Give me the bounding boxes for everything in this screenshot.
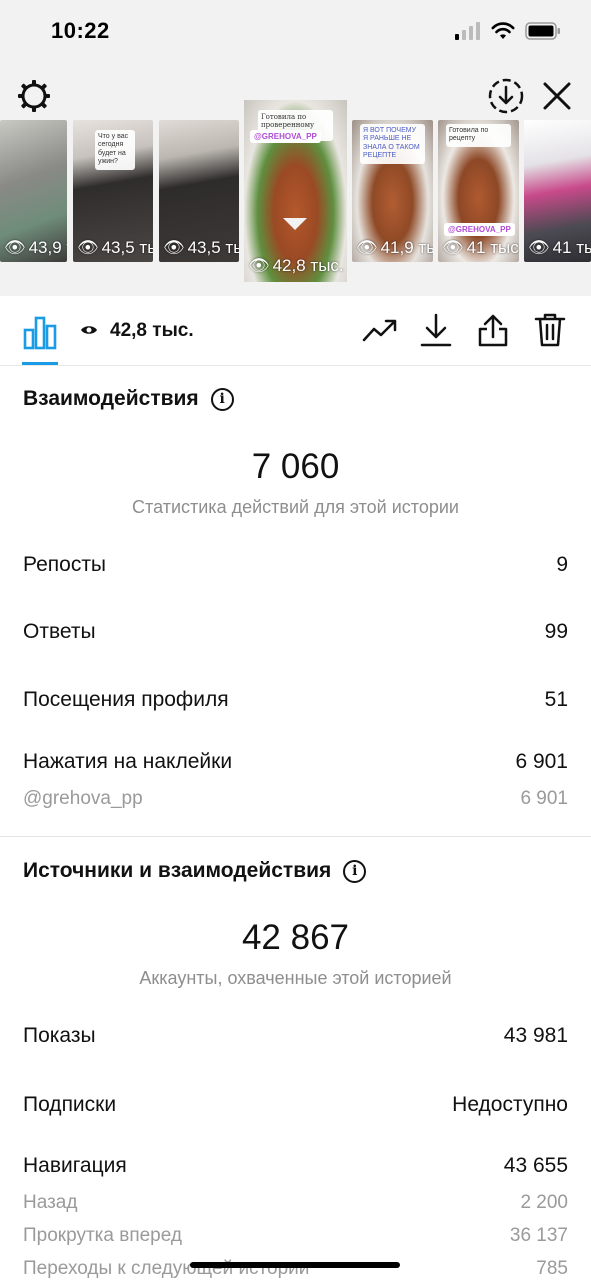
interactions-total: 7 060 bbox=[251, 447, 340, 486]
battery-icon bbox=[525, 22, 561, 45]
mention-sticker: @GREHOVA_PP bbox=[250, 130, 321, 143]
thumbnail-caption: Что у вас сегодня будет на ужин? bbox=[95, 130, 135, 170]
stat-row-impressions: Показы 43 981 bbox=[23, 1024, 568, 1048]
section-divider bbox=[0, 836, 591, 837]
stat-value: 9 bbox=[556, 553, 568, 576]
bar-chart-icon bbox=[22, 316, 58, 354]
stat-label: Подписки bbox=[23, 1093, 117, 1116]
stat-label: Назад bbox=[23, 1192, 78, 1213]
stat-subrow-forward: Прокрутка вперед 36 137 bbox=[23, 1225, 568, 1247]
stat-value: 6 901 bbox=[515, 750, 568, 773]
reach-subtitle: Аккаунты, охваченные этой историей bbox=[139, 968, 452, 988]
section-title-text: Источники и взаимодействия bbox=[23, 859, 332, 882]
info-icon[interactable]: i bbox=[343, 859, 367, 883]
download-button[interactable] bbox=[418, 313, 454, 352]
settings-button[interactable] bbox=[14, 78, 54, 118]
interactions-subtitle: Статистика действий для этой истории bbox=[132, 497, 459, 517]
thumbnail-views: 👁43,5 тыс bbox=[163, 238, 239, 257]
stat-value: 43 655 bbox=[503, 1154, 568, 1177]
stat-label: Навигация bbox=[23, 1154, 127, 1177]
eye-icon: 👁 bbox=[356, 238, 378, 257]
story-thumbnail[interactable]: Я ВОТ ПОЧЕМУ Я РАНЬШЕ НЕ ЗНАЛА О ТАКОМ Р… bbox=[352, 120, 433, 262]
eye-icon: 👁 bbox=[163, 238, 185, 257]
stat-row-reposts: Репосты 9 bbox=[23, 553, 568, 577]
section-title-text: Взаимодействия bbox=[23, 387, 199, 410]
reach-total: 42 867 bbox=[241, 918, 350, 957]
thumbnail-caption: Готовила по рецепту bbox=[446, 124, 511, 147]
stat-row-sticker-taps: Нажатия на наклейки 6 901 bbox=[23, 750, 568, 774]
thumbnail-views: 👁43,5 тыс bbox=[77, 238, 153, 257]
thumbnail-caption: Я ВОТ ПОЧЕМУ Я РАНЬШЕ НЕ ЗНАЛА О ТАКОМ Р… bbox=[360, 124, 425, 164]
story-thumbnail[interactable]: 👁43,9 тыс bbox=[0, 120, 67, 262]
stat-subrow-back: Назад 2 200 bbox=[23, 1192, 568, 1214]
share-button[interactable] bbox=[475, 314, 511, 350]
download-icon bbox=[420, 313, 452, 352]
thumbnail-views: 👁41,9 тыс bbox=[356, 238, 433, 257]
close-button[interactable] bbox=[537, 78, 577, 118]
selected-indicator-caret bbox=[283, 218, 307, 230]
thumbnail-views: 👁 42,8 тыс. bbox=[248, 256, 344, 275]
status-bar: 10:22 bbox=[0, 0, 591, 64]
section-title-interactions: Взаимодействия i bbox=[23, 387, 234, 411]
active-tab-underline bbox=[22, 362, 58, 365]
share-icon bbox=[477, 313, 509, 352]
stat-value: 6 901 bbox=[520, 788, 568, 809]
signal-icon bbox=[455, 22, 481, 45]
stat-label: Ответы bbox=[23, 620, 96, 643]
stat-value: 2 200 bbox=[520, 1192, 568, 1213]
save-story-button[interactable] bbox=[486, 78, 526, 118]
stat-row-replies: Ответы 99 bbox=[23, 620, 568, 644]
stat-label: Репосты bbox=[23, 553, 107, 576]
eye-icon: 👁 bbox=[442, 238, 464, 257]
trending-up-icon bbox=[362, 318, 398, 347]
stat-label: Нажатия на наклейки bbox=[23, 750, 233, 773]
stat-row-follows: Подписки Недоступно bbox=[23, 1093, 568, 1117]
views-count-label: 42,8 тыс. bbox=[110, 320, 194, 341]
trash-icon bbox=[534, 313, 566, 352]
stat-row-navigation: Навигация 43 655 bbox=[23, 1154, 568, 1178]
story-thumbnail[interactable]: Что у вас сегодня будет на ужин? 👁 43,5 т… bbox=[73, 120, 153, 262]
views-count: 42,8 тыс. bbox=[80, 320, 194, 342]
story-thumbnail-selected[interactable]: Готовила по проверенному рецепту @GREHOV… bbox=[244, 100, 347, 282]
story-thumbnail[interactable]: Готовила по рецепту @GREHOVA_PP 👁 41 тыс. bbox=[438, 120, 519, 262]
eye-icon: 👁 bbox=[4, 238, 26, 257]
stat-label: Прокрутка вперед bbox=[23, 1225, 182, 1246]
download-circle-icon bbox=[487, 77, 525, 120]
status-time: 10:22 bbox=[51, 18, 110, 43]
eye-icon: 👁 bbox=[77, 238, 99, 257]
eye-icon: 👁 bbox=[528, 238, 550, 257]
stat-value: 36 137 bbox=[509, 1225, 568, 1246]
insights-tab[interactable] bbox=[22, 314, 58, 350]
story-header: 👁43,9 тыс Что у вас сегодня будет на ужи… bbox=[0, 64, 591, 296]
gear-icon bbox=[16, 78, 52, 119]
story-thumbnail[interactable]: 👁43,5 тыс bbox=[159, 120, 239, 262]
stat-subrow-mention[interactable]: @grehova_pp 6 901 bbox=[23, 788, 568, 810]
stat-value: Недоступно bbox=[452, 1093, 568, 1116]
info-icon[interactable]: i bbox=[210, 387, 234, 411]
thumbnail-views: 👁 41 тыс. bbox=[442, 238, 519, 257]
stat-row-profile-visits: Посещения профиля 51 bbox=[23, 688, 568, 712]
mention-sticker: @GREHOVA_PP bbox=[444, 223, 515, 236]
promote-button[interactable] bbox=[362, 314, 398, 350]
section-title-discovery: Источники и взаимодействия i bbox=[23, 859, 367, 883]
insights-toolbar: 42,8 тыс. bbox=[0, 296, 591, 366]
story-thumbnail[interactable]: 👁41 тыс bbox=[524, 120, 591, 262]
close-icon bbox=[541, 80, 573, 117]
thumbnail-views: 👁41 тыс bbox=[528, 238, 591, 257]
delete-button[interactable] bbox=[532, 313, 568, 352]
stat-label: Показы bbox=[23, 1024, 96, 1047]
home-indicator[interactable] bbox=[190, 1262, 400, 1268]
stat-value: 51 bbox=[544, 688, 568, 711]
eye-icon bbox=[80, 320, 98, 342]
stat-label: @grehova_pp bbox=[23, 788, 143, 809]
stat-value: 785 bbox=[536, 1258, 568, 1279]
stat-value: 99 bbox=[544, 620, 568, 643]
stat-value: 43 981 bbox=[503, 1024, 568, 1047]
thumbnail-views: 👁43,9 тыс bbox=[4, 238, 67, 257]
status-icons bbox=[455, 22, 561, 45]
wifi-icon bbox=[491, 22, 515, 45]
eye-icon: 👁 bbox=[248, 256, 270, 275]
stat-label: Посещения профиля bbox=[23, 688, 229, 711]
